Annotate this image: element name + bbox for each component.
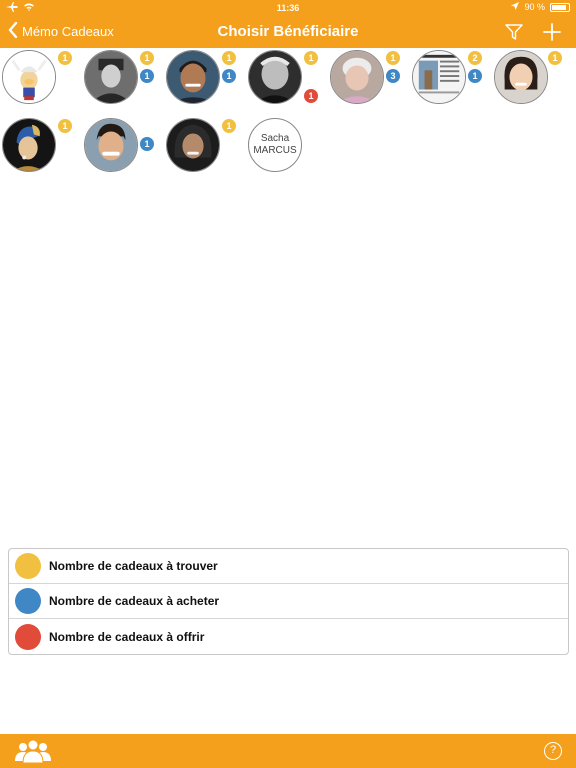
legend-label-to-buy: Nombre de cadeaux à acheter <box>49 594 220 608</box>
filter-button[interactable] <box>504 22 524 42</box>
avatar-young-man[interactable] <box>84 118 138 172</box>
avatar-old-woman[interactable] <box>330 50 384 104</box>
badge-to-offer: 1 <box>304 89 318 103</box>
battery-icon <box>550 2 570 12</box>
beneficiary-item: 1 1 <box>82 48 154 108</box>
legend-dot-to-find <box>15 553 41 579</box>
beneficiary-item: 1 <box>492 48 562 108</box>
plus-icon <box>543 23 561 41</box>
people-group-icon <box>15 739 51 764</box>
legend: Nombre de cadeaux à trouver Nombre de ca… <box>8 548 569 655</box>
beneficiary-item: Sacha MARCUS <box>246 116 306 176</box>
avatar-man-smiling[interactable] <box>166 50 220 104</box>
badge-to-buy: 1 <box>468 69 482 83</box>
status-bar: 11:36 90 % <box>0 0 576 16</box>
status-time: 11:36 <box>276 3 300 13</box>
initials-last-name: MARCUS <box>253 145 297 156</box>
legend-label-to-offer: Nombre de cadeaux à offrir <box>49 629 205 644</box>
beneficiary-item: 1 <box>164 116 236 176</box>
add-button[interactable] <box>542 22 562 42</box>
page-title: Choisir Bénéficiaire <box>217 23 359 40</box>
legend-row-to-buy: Nombre de cadeaux à acheter <box>9 584 568 619</box>
badge-to-find: 1 <box>386 51 400 65</box>
avatar-pearl-earring[interactable] <box>2 118 56 172</box>
initials-first-name: Sacha <box>260 133 290 144</box>
tab-people[interactable] <box>14 739 52 764</box>
badge-to-find: 1 <box>222 51 236 65</box>
help-button[interactable]: ? <box>544 742 562 760</box>
beneficiary-item: 1 1 <box>246 48 318 108</box>
legend-dot-to-offer <box>15 623 41 650</box>
badge-to-find: 1 <box>58 119 72 133</box>
badge-to-find: 1 <box>140 51 154 65</box>
battery-percent: 90 % <box>524 2 545 12</box>
badge-to-find: 1 <box>58 51 72 65</box>
avatar-sacha-marcus[interactable]: Sacha MARCUS <box>248 118 302 172</box>
beneficiary-item: 1 <box>82 116 154 176</box>
avatar-woman-hooded[interactable] <box>166 118 220 172</box>
badge-to-buy: 1 <box>140 69 154 83</box>
beneficiary-item: 1 <box>0 48 72 108</box>
avatar-de-gaulle[interactable] <box>84 50 138 104</box>
beneficiary-item: 1 <box>0 116 72 176</box>
badge-to-buy: 3 <box>386 69 400 83</box>
nav-bar: Mémo Cadeaux Choisir Bénéficiaire <box>0 16 576 48</box>
filter-icon <box>505 24 523 40</box>
battery-level <box>552 4 566 10</box>
tab-bar: ? <box>0 734 576 768</box>
badge-to-buy: 1 <box>222 69 236 83</box>
badge-to-find: 1 <box>222 119 236 133</box>
legend-label-to-find: Nombre de cadeaux à trouver <box>49 559 218 573</box>
location-icon <box>511 2 520 12</box>
avatar-asterix[interactable] <box>2 50 56 104</box>
badge-to-find: 2 <box>468 51 482 65</box>
avatar-magazine[interactable] <box>412 50 466 104</box>
badge-to-find: 1 <box>548 51 562 65</box>
beneficiary-item: 1 3 <box>328 48 400 108</box>
legend-row-to-offer: Nombre de cadeaux à offrir <box>9 619 568 654</box>
beneficiary-item: 2 1 <box>410 48 482 108</box>
legend-row-to-find: Nombre de cadeaux à trouver <box>9 549 568 584</box>
avatar-old-man[interactable] <box>248 50 302 104</box>
legend-dot-to-buy <box>15 588 41 614</box>
avatar-woman-smiling[interactable] <box>494 50 548 104</box>
badge-to-buy: 1 <box>140 137 154 151</box>
badge-to-find: 1 <box>304 51 318 65</box>
beneficiary-item: 1 1 <box>164 48 236 108</box>
